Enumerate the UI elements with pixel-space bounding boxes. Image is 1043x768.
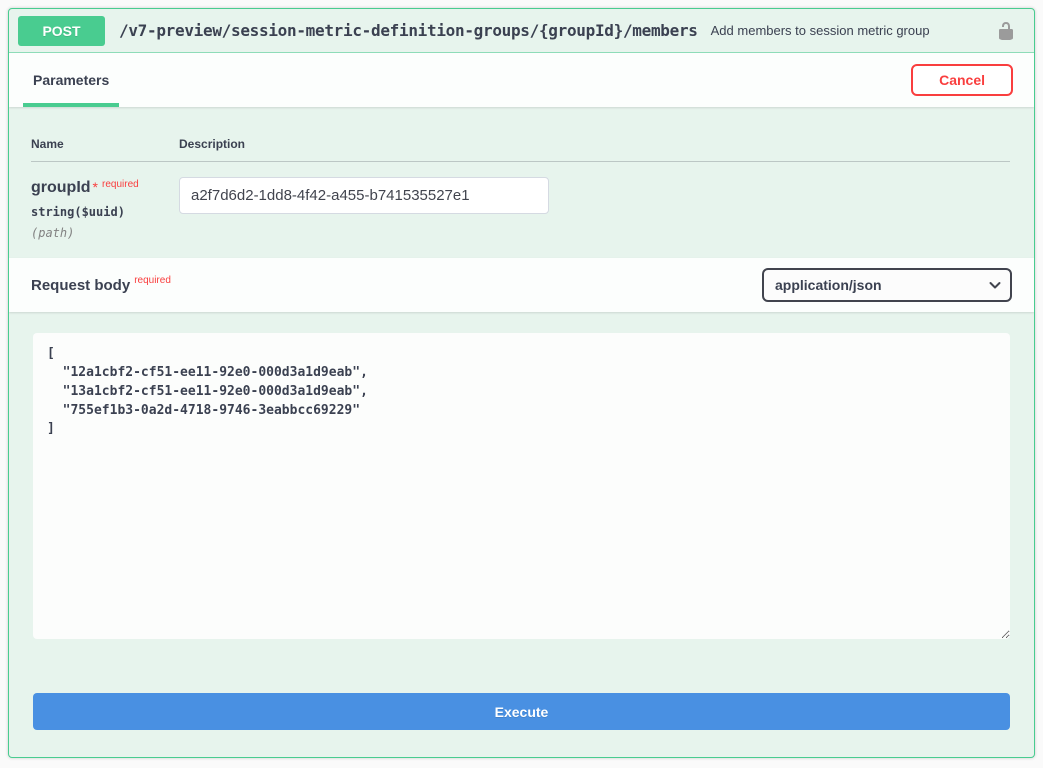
parameters-section: Name Description groupId* required string… xyxy=(9,107,1034,258)
tab-header: Parameters Cancel xyxy=(9,53,1034,107)
parameter-row-groupid: groupId* required string($uuid) (path) xyxy=(31,162,1010,240)
tab-parameters[interactable]: Parameters xyxy=(23,53,119,107)
parameter-type: string($uuid) xyxy=(31,205,179,219)
operation-block-post: POST /v7-preview/session-metric-definiti… xyxy=(8,8,1035,758)
http-method-badge: POST xyxy=(18,16,105,46)
request-body-section: [ "12a1cbf2-cf51-ee11-92e0-000d3a1d9eab"… xyxy=(9,312,1034,740)
parameter-meta: groupId* required string($uuid) (path) xyxy=(31,177,179,240)
parameters-table-header: Name Description xyxy=(31,113,1010,162)
content-type-select[interactable]: application/json xyxy=(762,268,1012,302)
request-body-editor[interactable]: [ "12a1cbf2-cf51-ee11-92e0-000d3a1d9eab"… xyxy=(33,333,1010,639)
column-header-name: Name xyxy=(31,137,179,151)
parameter-description-cell xyxy=(179,177,549,240)
required-star: * xyxy=(93,179,98,195)
request-body-header: Request body required application/json xyxy=(9,258,1034,312)
request-body-title: Request body xyxy=(31,277,130,294)
endpoint-path[interactable]: /v7-preview/session-metric-definition-gr… xyxy=(119,21,698,40)
execute-button[interactable]: Execute xyxy=(33,693,1010,730)
content-type-select-wrapper[interactable]: application/json xyxy=(762,268,1012,302)
groupid-value-input[interactable] xyxy=(179,177,549,214)
tab-parameters-label: Parameters xyxy=(33,72,109,88)
column-header-description: Description xyxy=(179,137,245,151)
request-body-required-label: required xyxy=(134,275,171,286)
authorize-lock-button[interactable] xyxy=(992,19,1020,43)
operation-summary-bar[interactable]: POST /v7-preview/session-metric-definiti… xyxy=(9,9,1034,53)
parameter-location: (path) xyxy=(31,226,179,240)
required-label: required xyxy=(102,179,139,190)
unlocked-icon xyxy=(996,29,1016,44)
cancel-button[interactable]: Cancel xyxy=(911,64,1013,96)
parameter-name: groupId xyxy=(31,179,91,196)
endpoint-summary-text: Add members to session metric group xyxy=(711,23,930,38)
